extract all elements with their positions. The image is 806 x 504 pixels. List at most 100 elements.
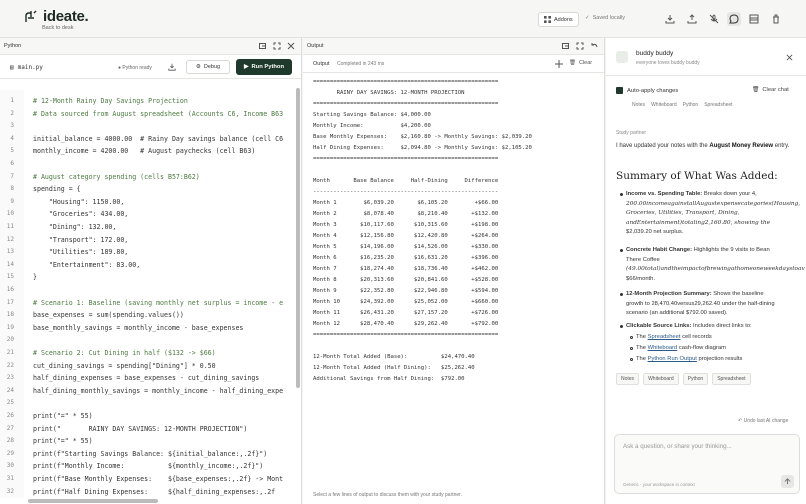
output-text[interactable]: ========================================…: [313, 78, 599, 478]
code-line[interactable]: base_expenses = sum(spending.values()): [33, 310, 184, 320]
delete-button[interactable]: [770, 13, 782, 25]
mute-button[interactable]: [708, 13, 720, 25]
output-line[interactable]: ========================================…: [313, 331, 498, 339]
code-line[interactable]: monthly_income = 4200.00 # August payche…: [33, 146, 255, 156]
close-icon[interactable]: [287, 42, 295, 50]
output-line[interactable]: Month 1 $6,039.20 $6,105.20 +$66.00: [313, 199, 498, 207]
output-line[interactable]: Month 2 $8,078.40 $8,210.40 +$132.00: [313, 210, 498, 218]
python-output-link[interactable]: Python Run Output: [648, 356, 697, 362]
chat-input-box[interactable]: Ask a question, or share your thinking..…: [614, 434, 800, 494]
code-line[interactable]: # August category spending (cells B57:B6…: [33, 172, 200, 182]
output-line[interactable]: RAINY DAY SAVINGS: 12-MONTH PROJECTION: [313, 89, 465, 97]
code-line[interactable]: # Scenario 2: Cut Dining in half ($132 -…: [33, 348, 216, 358]
spreadsheet-link[interactable]: Spreadsheet: [648, 334, 681, 340]
bullet-text: scenario (an additional $792.00 saved).: [626, 310, 728, 316]
tab-python[interactable]: Python: [4, 43, 21, 49]
addons-button[interactable]: Addons: [538, 12, 579, 27]
output-line[interactable]: Month Base Balance Half-Dining Differenc…: [313, 177, 498, 185]
upload-button[interactable]: [686, 13, 698, 25]
code-line[interactable]: print(f"Half Dining Expenses: ${half_din…: [33, 487, 275, 497]
popout-icon[interactable]: [562, 42, 570, 50]
download-icon[interactable]: [168, 63, 176, 71]
move-icon[interactable]: [555, 60, 563, 68]
file-tab[interactable]: ▤ main.py: [10, 64, 43, 71]
close-icon[interactable]: [786, 54, 793, 61]
output-line[interactable]: 12-Month Total Added (Half Dining): $25,…: [313, 364, 475, 372]
code-line[interactable]: base_monthly_savings = monthly_income - …: [33, 323, 243, 333]
code-line[interactable]: "Entertainment": 83.00,: [33, 260, 140, 270]
code-line[interactable]: print("=" * 55): [33, 411, 93, 421]
output-line[interactable]: ----------------------------------------…: [313, 188, 498, 196]
whiteboard-link[interactable]: Whiteboard: [648, 345, 678, 351]
horizontal-scrollbar[interactable]: [28, 499, 158, 503]
clear-chat-button[interactable]: 🗑 Clear chat: [752, 87, 789, 93]
output-line[interactable]: ========================================…: [313, 100, 498, 108]
code-line[interactable]: spending = {: [33, 184, 81, 194]
code-line[interactable]: "Dining": 132.00,: [33, 222, 117, 232]
output-line[interactable]: Month 11 $26,431.20 $27,157.20 +$726.00: [313, 309, 498, 317]
layout-button[interactable]: [748, 13, 760, 25]
code-line[interactable]: print("=" * 55): [33, 436, 93, 446]
code-line[interactable]: # Data sourced from August spreadsheet (…: [33, 109, 283, 119]
download-button[interactable]: [664, 13, 676, 25]
code-line[interactable]: cut_dining_savings = spending["Dining"] …: [33, 361, 216, 371]
code-line[interactable]: # Scenario 1: Baseline (saving monthly n…: [33, 298, 283, 308]
code-line[interactable]: print(f"Monthly Income: ${monthly_income…: [33, 461, 263, 471]
code-line[interactable]: print(f"Base Monthly Expenses: ${base_ex…: [33, 474, 283, 484]
undo-ai-change-button[interactable]: ↶ Undo last AI change: [738, 418, 788, 424]
auto-apply-toggle[interactable]: Auto-apply changes: [616, 87, 678, 94]
code-area[interactable]: 1 # 12-Month Rainy Day Savings Projection…: [0, 90, 302, 498]
expand-icon[interactable]: [273, 42, 281, 50]
code-line[interactable]: print(f"Starting Savings Balance: ${init…: [33, 449, 267, 459]
popout-icon[interactable]: [259, 42, 267, 50]
tag-whiteboard[interactable]: Whiteboard: [643, 373, 679, 385]
output-line[interactable]: Month 4 $12,156.80 $12,420.80 +$264.00: [313, 232, 498, 240]
debug-button[interactable]: ⚙ Debug: [186, 60, 230, 74]
output-line[interactable]: Base Monthly Expenses: $2,160.80 -> Mont…: [313, 133, 532, 141]
tag-notes[interactable]: Notes: [632, 102, 645, 108]
tab-output[interactable]: Output: [307, 43, 324, 49]
run-python-button[interactable]: ▶ Run Python: [236, 59, 292, 75]
output-line[interactable]: Starting Savings Balance: $4,000.00: [313, 111, 431, 119]
output-line[interactable]: Month 5 $14,196.00 $14,526.00 +$330.00: [313, 243, 498, 251]
vertical-scrollbar[interactable]: [296, 88, 300, 388]
tag-spreadsheet[interactable]: Spreadsheet: [704, 102, 732, 108]
run-label: Run Python: [251, 64, 284, 70]
output-line[interactable]: Month 7 $18,274.40 $18,736.40 +$462.00: [313, 265, 498, 273]
output-line[interactable]: Month 9 $22,352.80 $22,946.80 +$594.00: [313, 287, 498, 295]
output-line[interactable]: Additional Savings from Half Dining: $79…: [313, 375, 465, 383]
code-line[interactable]: print(" RAINY DAY SAVINGS: 12-MONTH PROJ…: [33, 424, 247, 434]
send-button[interactable]: [781, 475, 794, 488]
output-line[interactable]: Month 8 $20,313.60 $20,841.60 +$528.00: [313, 276, 498, 284]
tag-spreadsheet[interactable]: Spreadsheet: [712, 373, 751, 385]
code-line[interactable]: # 12-Month Rainy Day Savings Projection: [33, 96, 188, 106]
output-line[interactable]: ========================================…: [313, 78, 498, 86]
code-line[interactable]: "Groceries": 434.00,: [33, 209, 128, 219]
output-line[interactable]: 12-Month Total Added (Base): $24,470.40: [313, 353, 475, 361]
code-line[interactable]: "Housing": 1150.00,: [33, 197, 124, 207]
chat-toggle-button[interactable]: [727, 12, 741, 26]
code-line[interactable]: "Utilities": 189.80,: [33, 247, 128, 257]
output-line[interactable]: Month 12 $28,470.40 $29,262.40 +$792.00: [313, 320, 498, 328]
code-line[interactable]: }: [33, 272, 37, 282]
tag-python[interactable]: Python: [682, 373, 709, 385]
output-line[interactable]: Month 6 $16,235.20 $16,631.20 +$396.00: [313, 254, 498, 262]
code-line[interactable]: half_dining_monthly_savings = monthly_in…: [33, 386, 283, 396]
tag-notes[interactable]: Notes: [616, 373, 640, 385]
output-line[interactable]: Month 3 $10,117.60 $10,315.60 +$198.00: [313, 221, 498, 229]
undo-icon[interactable]: [590, 42, 598, 50]
checkbox-checked[interactable]: [616, 87, 623, 94]
clear-output-button[interactable]: 🗑 Clear: [569, 60, 592, 66]
back-to-desk-link[interactable]: Back to desk: [42, 25, 74, 31]
output-line[interactable]: Half Dining Expenses: $2,094.80 -> Month…: [313, 144, 532, 152]
expand-icon[interactable]: [576, 42, 584, 50]
tag-python[interactable]: Python: [683, 102, 699, 108]
output-line[interactable]: ========================================…: [313, 155, 498, 163]
code-line[interactable]: half_dining_expenses = base_expenses - c…: [33, 373, 259, 383]
output-line[interactable]: Monthly Income: $4,200.00: [313, 122, 431, 130]
code-line[interactable]: "Transport": 172.00,: [33, 235, 128, 245]
logo[interactable]: ideate.: [24, 8, 89, 25]
output-line[interactable]: Month 10 $24,392.00 $25,052.00 +$660.00: [313, 298, 498, 306]
code-line[interactable]: initial_balance = 4000.00 # Rainy Day sa…: [33, 134, 283, 144]
tag-whiteboard[interactable]: Whiteboard: [651, 102, 677, 108]
